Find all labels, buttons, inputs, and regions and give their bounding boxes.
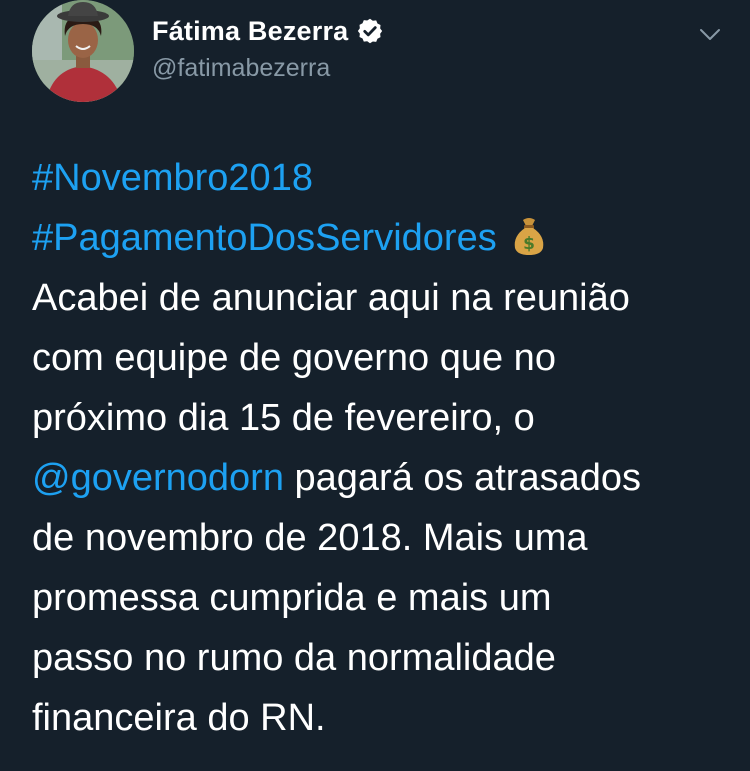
money-bag-icon: $ [511, 214, 547, 255]
mention-link[interactable]: @governodorn [32, 457, 284, 499]
svg-text:$: $ [523, 234, 535, 254]
hashtag-link[interactable]: #PagamentoDosServidores [32, 217, 497, 259]
tweet-line: de novembro de 2018. Mais uma [32, 517, 588, 559]
chevron-down-icon[interactable] [698, 22, 722, 46]
tweet-line: promessa cumprida e mais um [32, 577, 552, 619]
tweet-line: financeira do RN. [32, 697, 326, 739]
avatar[interactable] [32, 0, 134, 102]
tweet-line: com equipe de governo que no [32, 337, 556, 379]
tweet-line: #PagamentoDosServidores $ [32, 208, 732, 268]
tweet-line: passo no rumo da normalidade [32, 637, 556, 679]
tweet-line: Acabei de anunciar aqui na reunião [32, 277, 630, 319]
author-handle[interactable]: @fatimabezerra [152, 54, 384, 83]
profile-photo [32, 0, 134, 102]
tweet-author: Fátima Bezerra @fatimabezerra [152, 14, 384, 83]
author-display-name[interactable]: Fátima Bezerra [152, 16, 348, 47]
tweet-line-rest: pagará os atrasados [283, 457, 641, 499]
tweet-line: @governodorn pagará os atrasados [32, 448, 732, 508]
hashtag-link[interactable]: #Novembro2018 [32, 157, 313, 199]
tweet-line: #Novembro2018 [32, 148, 732, 208]
verified-badge-icon [356, 17, 384, 45]
tweet-text: #Novembro2018 #PagamentoDosServidores $ … [32, 148, 732, 748]
tweet-line: próximo dia 15 de fevereiro, o [32, 397, 535, 439]
author-name-row: Fátima Bezerra [152, 14, 384, 48]
